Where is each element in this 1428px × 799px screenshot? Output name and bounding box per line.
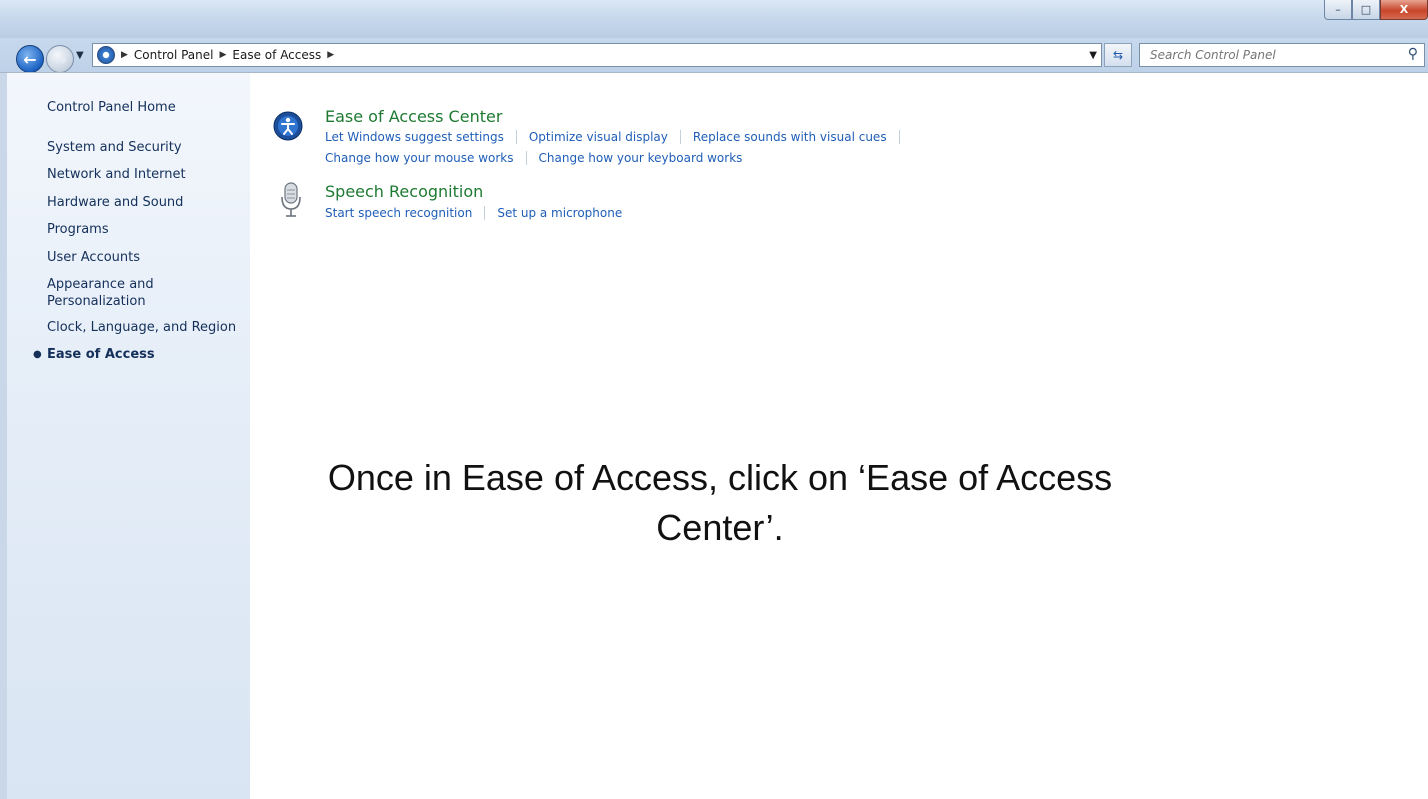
search-icon[interactable]: ⚲ [1408, 46, 1418, 62]
search-input[interactable] [1148, 47, 1402, 63]
close-button[interactable]: X [1380, 0, 1428, 20]
chevron-right-icon[interactable]: ▶ [220, 50, 227, 60]
title-bar: – □ X [0, 0, 1428, 38]
ease-of-access-center-link[interactable]: Ease of Access Center [325, 107, 502, 126]
active-item-bullet-icon: ● [33, 349, 42, 360]
link-separator [525, 151, 527, 165]
optimize-visual-display-link[interactable]: Optimize visual display [529, 130, 668, 144]
instruction-caption: Once in Ease of Access, click on ‘Ease o… [327, 457, 1113, 548]
control-panel-icon [97, 46, 115, 64]
link-separator [515, 130, 517, 144]
link-separator [898, 130, 900, 144]
change-how-your-mouse-works-link[interactable]: Change how your mouse works [325, 151, 514, 165]
sidebar-item-ease-of-access[interactable]: Ease of Access [47, 346, 155, 363]
sidebar: Control Panel Home System and Security N… [0, 73, 250, 799]
sidebar-item-hardware-and-sound[interactable]: Hardware and Sound [47, 194, 183, 211]
change-how-your-keyboard-works-link[interactable]: Change how your keyboard works [539, 151, 743, 165]
search-box[interactable]: ⚲ [1139, 43, 1425, 67]
chevron-right-icon[interactable]: ▶ [121, 50, 128, 60]
sidebar-item-programs[interactable]: Programs [47, 221, 109, 238]
forward-arrow-icon[interactable]: → [46, 45, 74, 73]
breadcrumb-control-panel[interactable]: Control Panel [134, 48, 214, 62]
speech-recognition-links-row1: Start speech recognition Set up a microp… [325, 206, 622, 220]
address-dropdown-icon[interactable]: ▼ [1089, 50, 1097, 61]
let-windows-suggest-settings-link[interactable]: Let Windows suggest settings [325, 130, 504, 144]
ease-of-access-links-row2: Change how your mouse works Change how y… [325, 151, 742, 165]
speech-recognition-link[interactable]: Speech Recognition [325, 182, 483, 201]
sidebar-item-appearance-and-personalization[interactable]: Appearance and Personalization [47, 276, 197, 310]
sidebar-item-control-panel-home[interactable]: Control Panel Home [47, 99, 176, 116]
refresh-icon: ⇆ [1112, 48, 1124, 62]
navigation-bar: ← → ▼ ▶ Control Panel ▶ Ease of Access ▶… [0, 38, 1428, 73]
maximize-button[interactable]: □ [1352, 0, 1380, 20]
refresh-button[interactable]: ⇆ [1104, 43, 1132, 67]
address-bar[interactable]: ▶ Control Panel ▶ Ease of Access ▶ ▼ [92, 43, 1102, 67]
main-panel: Ease of Access Center Let Windows sugges… [251, 73, 1428, 799]
sidebar-item-clock-language-and-region[interactable]: Clock, Language, and Region [47, 319, 236, 336]
minimize-button[interactable]: – [1324, 0, 1352, 20]
ease-of-access-icon[interactable] [273, 111, 303, 141]
recent-pages-dropdown-icon[interactable]: ▼ [76, 50, 84, 61]
back-arrow-icon[interactable]: ← [16, 45, 44, 73]
link-separator [484, 206, 486, 220]
sidebar-item-user-accounts[interactable]: User Accounts [47, 249, 140, 266]
set-up-a-microphone-link[interactable]: Set up a microphone [497, 206, 622, 220]
chevron-right-icon[interactable]: ▶ [327, 50, 334, 60]
content-area: Control Panel Home System and Security N… [0, 72, 1428, 799]
ease-of-access-links-row1: Let Windows suggest settings Optimize vi… [325, 130, 912, 144]
sidebar-item-system-and-security[interactable]: System and Security [47, 139, 182, 156]
microphone-icon[interactable] [279, 181, 303, 219]
window-controls: – □ X [1324, 0, 1428, 20]
breadcrumb-ease-of-access[interactable]: Ease of Access [232, 48, 321, 62]
link-separator [679, 130, 681, 144]
replace-sounds-with-visual-cues-link[interactable]: Replace sounds with visual cues [693, 130, 887, 144]
sidebar-item-network-and-internet[interactable]: Network and Internet [47, 166, 186, 183]
start-speech-recognition-link[interactable]: Start speech recognition [325, 206, 472, 220]
